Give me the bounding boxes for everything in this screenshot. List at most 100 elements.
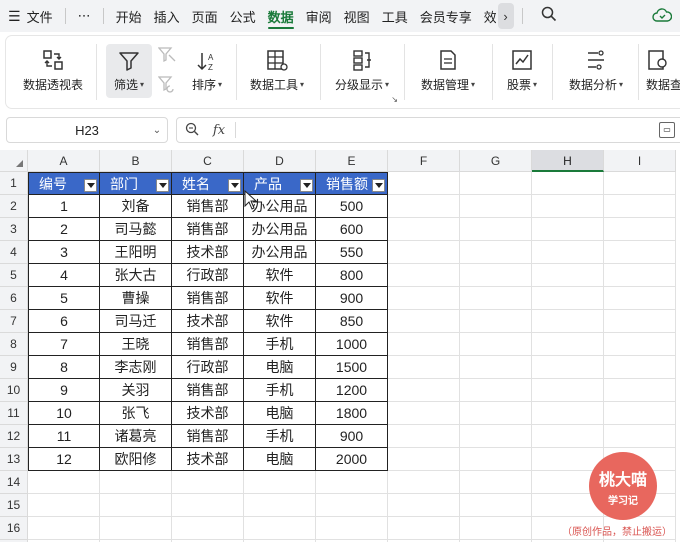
- empty-cell[interactable]: [388, 494, 460, 517]
- empty-cell[interactable]: [28, 494, 100, 517]
- empty-cell[interactable]: [460, 425, 532, 448]
- table-cell[interactable]: 办公用品: [244, 218, 316, 241]
- sort-button[interactable]: AZ 排序 ▾: [184, 36, 230, 108]
- row-header-9[interactable]: 9: [0, 356, 28, 379]
- select-all-corner[interactable]: [0, 150, 28, 172]
- empty-cell[interactable]: [28, 471, 100, 494]
- table-cell[interactable]: 8: [28, 356, 100, 379]
- empty-cell[interactable]: [316, 471, 388, 494]
- table-cell[interactable]: 5: [28, 287, 100, 310]
- empty-cell[interactable]: [604, 402, 676, 425]
- table-cell[interactable]: 销售部: [172, 287, 244, 310]
- empty-cell[interactable]: [388, 264, 460, 287]
- chevron-right-icon[interactable]: ›: [497, 3, 514, 29]
- empty-cell[interactable]: [100, 471, 172, 494]
- row-header-3[interactable]: 3: [0, 218, 28, 241]
- empty-cell[interactable]: [316, 494, 388, 517]
- empty-cell[interactable]: [604, 241, 676, 264]
- table-cell[interactable]: 900: [316, 425, 388, 448]
- table-cell[interactable]: 王阳明: [100, 241, 172, 264]
- empty-cell[interactable]: [604, 379, 676, 402]
- empty-cell[interactable]: [388, 402, 460, 425]
- table-header-cell[interactable]: 编号: [28, 172, 100, 195]
- row-header-15[interactable]: 15: [0, 494, 28, 517]
- tab-4[interactable]: 公式: [224, 0, 262, 32]
- empty-cell[interactable]: [244, 471, 316, 494]
- empty-cell[interactable]: [460, 333, 532, 356]
- filter-dropdown-icon[interactable]: [84, 179, 97, 192]
- empty-cell[interactable]: [100, 494, 172, 517]
- empty-cell[interactable]: [604, 333, 676, 356]
- empty-cell[interactable]: [460, 310, 532, 333]
- empty-cell[interactable]: [460, 287, 532, 310]
- more-options-button[interactable]: ⋯: [72, 0, 97, 32]
- row-header-5[interactable]: 5: [0, 264, 28, 287]
- table-cell[interactable]: 关羽: [100, 379, 172, 402]
- filter-dropdown-icon[interactable]: [300, 179, 313, 192]
- empty-cell[interactable]: [532, 333, 604, 356]
- table-header-cell[interactable]: 部门: [100, 172, 172, 195]
- empty-cell[interactable]: [604, 172, 676, 195]
- table-cell[interactable]: 10: [28, 402, 100, 425]
- tab-8[interactable]: 工具: [376, 0, 414, 32]
- table-cell[interactable]: 3: [28, 241, 100, 264]
- table-cell[interactable]: 4: [28, 264, 100, 287]
- table-cell[interactable]: 550: [316, 241, 388, 264]
- table-cell[interactable]: 张大古: [100, 264, 172, 287]
- fx-icon[interactable]: fx: [207, 123, 231, 138]
- empty-cell[interactable]: [388, 471, 460, 494]
- empty-cell[interactable]: [532, 379, 604, 402]
- empty-cell[interactable]: [604, 218, 676, 241]
- table-cell[interactable]: 6: [28, 310, 100, 333]
- empty-cell[interactable]: [316, 517, 388, 540]
- table-cell[interactable]: 600: [316, 218, 388, 241]
- tab-3[interactable]: 页面: [186, 0, 224, 32]
- table-cell[interactable]: 销售部: [172, 379, 244, 402]
- table-cell[interactable]: 销售部: [172, 218, 244, 241]
- table-cell[interactable]: 司马懿: [100, 218, 172, 241]
- empty-cell[interactable]: [460, 517, 532, 540]
- column-header-d[interactable]: D: [244, 150, 316, 172]
- empty-cell[interactable]: [460, 172, 532, 195]
- empty-cell[interactable]: [244, 517, 316, 540]
- row-header-7[interactable]: 7: [0, 310, 28, 333]
- tab-5[interactable]: 数据: [262, 0, 300, 32]
- row-header-1[interactable]: 1: [0, 172, 28, 195]
- table-cell[interactable]: 1000: [316, 333, 388, 356]
- table-cell[interactable]: 11: [28, 425, 100, 448]
- data-query-button[interactable]: 数据查: [646, 36, 680, 108]
- empty-cell[interactable]: [388, 448, 460, 471]
- table-cell[interactable]: 刘备: [100, 195, 172, 218]
- search-icon[interactable]: [541, 6, 557, 26]
- table-cell[interactable]: 欧阳修: [100, 448, 172, 471]
- empty-cell[interactable]: [388, 425, 460, 448]
- column-header-h[interactable]: H: [532, 150, 604, 172]
- table-cell[interactable]: 1800: [316, 402, 388, 425]
- chevron-down-icon[interactable]: ⌄: [147, 125, 167, 136]
- table-header-cell[interactable]: 销售额: [316, 172, 388, 195]
- table-cell[interactable]: 王晓: [100, 333, 172, 356]
- column-header-e[interactable]: E: [316, 150, 388, 172]
- table-cell[interactable]: 800: [316, 264, 388, 287]
- row-header-16[interactable]: 16: [0, 517, 28, 540]
- tab-1[interactable]: 开始: [110, 0, 148, 32]
- column-header-g[interactable]: G: [460, 150, 532, 172]
- table-cell[interactable]: 张飞: [100, 402, 172, 425]
- table-cell[interactable]: 技术部: [172, 402, 244, 425]
- table-cell[interactable]: 技术部: [172, 310, 244, 333]
- table-header-cell[interactable]: 姓名: [172, 172, 244, 195]
- name-box[interactable]: H23 ⌄: [6, 117, 168, 143]
- zoom-icon[interactable]: [177, 122, 207, 139]
- empty-cell[interactable]: [604, 356, 676, 379]
- table-cell[interactable]: 900: [316, 287, 388, 310]
- filter-dropdown-icon[interactable]: [372, 179, 385, 192]
- row-header-14[interactable]: 14: [0, 471, 28, 494]
- empty-cell[interactable]: [532, 264, 604, 287]
- filter-extra-tools[interactable]: [156, 36, 178, 108]
- column-header-i[interactable]: I: [604, 150, 676, 172]
- table-cell[interactable]: 1500: [316, 356, 388, 379]
- table-cell[interactable]: 电脑: [244, 402, 316, 425]
- table-cell[interactable]: 技术部: [172, 448, 244, 471]
- empty-cell[interactable]: [532, 402, 604, 425]
- outline-button[interactable]: 分级显示 ▾ ↘: [328, 36, 398, 108]
